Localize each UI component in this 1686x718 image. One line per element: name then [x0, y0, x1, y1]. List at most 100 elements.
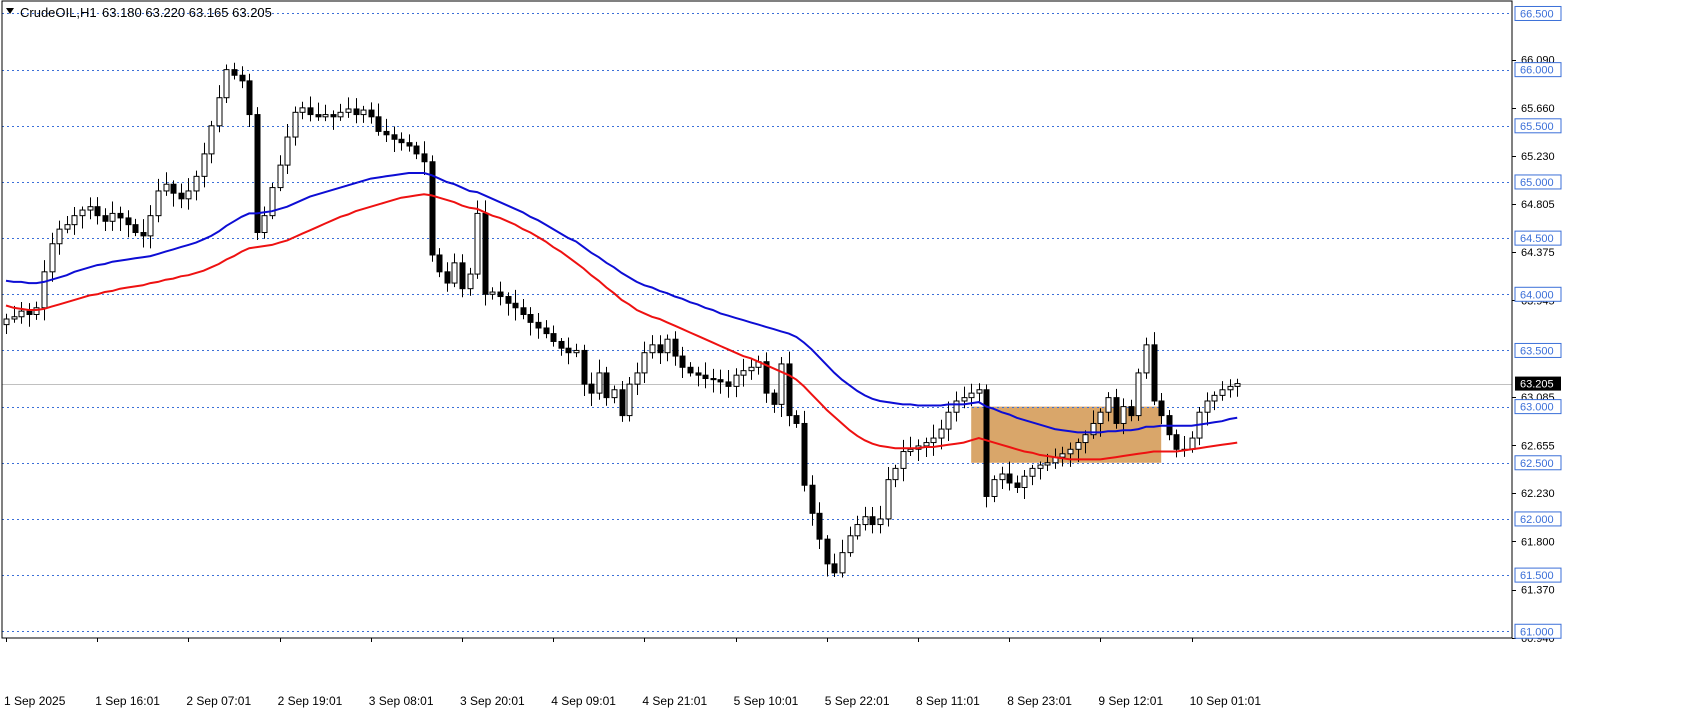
candle: [299, 107, 306, 113]
candle: [847, 535, 854, 554]
candle: [687, 366, 694, 374]
x-tick-label: 5 Sep 22:01: [825, 694, 890, 708]
candle: [1135, 372, 1142, 417]
current-price-label: 63.205: [1520, 379, 1554, 391]
candle: [953, 400, 960, 413]
chart-canvas[interactable]: 66.09065.66065.23064.80564.37563.94563.0…: [0, 0, 1686, 713]
candle: [178, 192, 185, 200]
x-tick-label: 2 Sep 07:01: [186, 694, 251, 708]
candle: [1219, 389, 1226, 396]
candle: [1234, 383, 1241, 387]
candle: [1211, 394, 1218, 402]
candle: [451, 262, 458, 284]
candle: [778, 363, 785, 405]
candle: [854, 524, 861, 537]
candle: [1059, 453, 1066, 458]
candle: [1120, 406, 1127, 424]
candle: [1128, 406, 1135, 417]
y-tick-label: 65.660: [1521, 103, 1555, 115]
candle: [968, 392, 975, 399]
level-label: 63.500: [1520, 345, 1554, 357]
ohlc-readout: 63.180 63.220 63.165 63.205: [102, 5, 272, 20]
x-tick-label: 4 Sep 09:01: [551, 694, 616, 708]
candle: [831, 563, 838, 574]
candle: [1227, 385, 1234, 391]
candle: [79, 209, 86, 217]
candle: [208, 125, 215, 155]
candle: [1105, 397, 1112, 413]
level-label: 66.000: [1520, 65, 1554, 77]
candle: [664, 338, 671, 354]
level-label: 66.500: [1520, 8, 1554, 20]
candle: [315, 114, 322, 118]
candle: [231, 69, 238, 76]
x-tick-label: 8 Sep 11:01: [916, 694, 980, 708]
candle: [505, 296, 512, 304]
candle: [634, 372, 641, 385]
candle: [201, 153, 208, 177]
y-tick-label: 62.655: [1521, 440, 1555, 452]
candle: [413, 145, 420, 155]
candle: [261, 215, 268, 234]
y-tick-label: 65.230: [1521, 151, 1555, 163]
candle: [155, 190, 162, 217]
candle: [140, 232, 147, 237]
candle: [603, 372, 610, 399]
y-tick-label: 62.230: [1521, 488, 1555, 500]
candle: [1029, 467, 1036, 477]
chart-window[interactable]: 66.09065.66065.23064.80564.37563.94563.0…: [0, 0, 1686, 713]
y-tick-label: 64.805: [1521, 199, 1555, 211]
candle: [573, 349, 580, 354]
candle: [869, 516, 876, 526]
candle: [793, 415, 800, 424]
candle: [816, 512, 823, 540]
candle: [938, 428, 945, 439]
candle: [527, 314, 534, 323]
candle: [748, 366, 755, 372]
candle: [375, 116, 382, 132]
candle: [216, 97, 223, 127]
candle: [999, 473, 1006, 481]
candle: [398, 138, 405, 144]
candle: [1037, 464, 1044, 469]
candle: [436, 254, 443, 273]
candle: [543, 327, 550, 335]
candle: [710, 378, 717, 381]
candle: [976, 389, 983, 394]
candle: [3, 318, 10, 326]
candle: [117, 212, 124, 219]
candle: [740, 370, 747, 376]
candle: [459, 262, 466, 290]
x-tick-label: 3 Sep 08:01: [369, 694, 434, 708]
candle: [1173, 434, 1180, 450]
candle: [1143, 344, 1150, 374]
candle: [809, 484, 816, 514]
candle: [360, 109, 367, 116]
chart-background: [0, 0, 1686, 713]
candle: [596, 372, 603, 394]
x-tick-label: 2 Sep 19:01: [278, 694, 343, 708]
candle: [497, 291, 504, 298]
candle: [193, 175, 200, 192]
y-tick-label: 61.800: [1521, 536, 1555, 548]
candle: [26, 310, 33, 316]
x-tick-label: 4 Sep 21:01: [642, 694, 707, 708]
candle: [18, 310, 25, 318]
candle: [185, 190, 192, 200]
candle: [679, 355, 686, 368]
candle: [672, 338, 679, 357]
candle: [565, 347, 572, 354]
candle: [892, 467, 899, 481]
candle: [649, 344, 656, 354]
level-label: 62.000: [1520, 514, 1554, 526]
candle: [657, 344, 664, 354]
candle: [102, 215, 109, 222]
candle: [330, 114, 337, 118]
candle: [695, 372, 702, 376]
candle: [550, 333, 557, 342]
candle: [71, 215, 78, 226]
candle: [991, 479, 998, 497]
x-tick-label: 10 Sep 01:01: [1190, 694, 1262, 708]
candle: [223, 69, 230, 99]
x-tick-label: 9 Sep 12:01: [1098, 694, 1163, 708]
